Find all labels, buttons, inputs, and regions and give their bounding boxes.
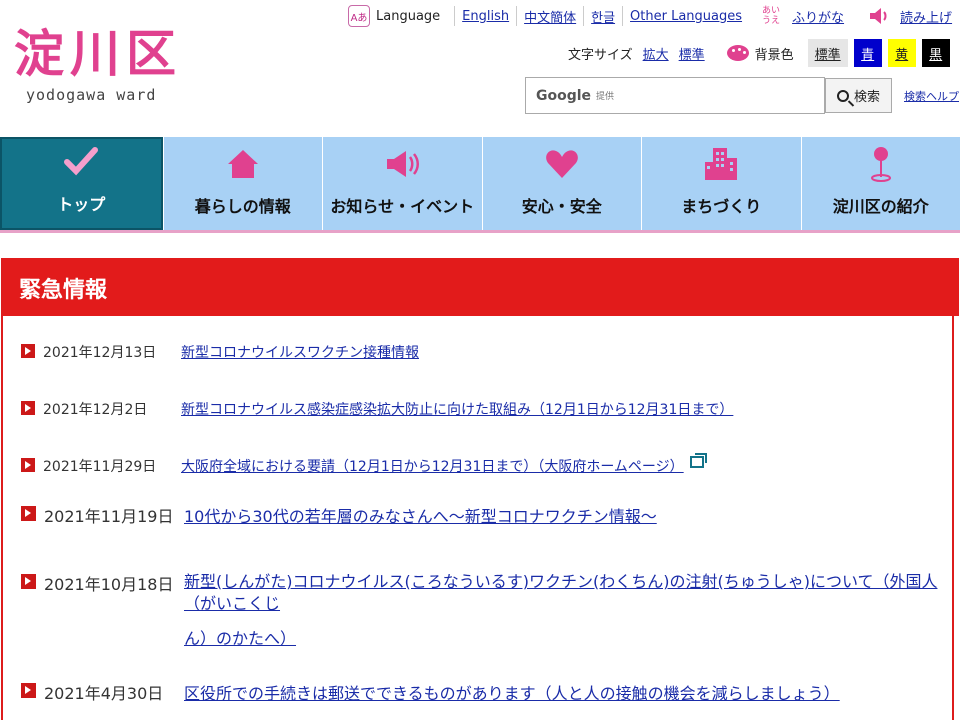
- emergency-info-section: 緊急情報 2021年12月13日 新型コロナウイルスワクチン接種情報 2021年…: [1, 258, 959, 720]
- search-help-link[interactable]: 検索ヘルプ: [904, 88, 959, 104]
- bg-color-options: 標準青黄黒: [802, 39, 950, 67]
- news-link[interactable]: 新型コロナウイルスワクチン接種情報: [181, 342, 419, 362]
- search-button[interactable]: 検索: [825, 78, 892, 113]
- furigana-link[interactable]: ふりがな: [792, 7, 844, 26]
- news-date: 2021年4月30日: [44, 684, 164, 703]
- heart-icon: [543, 145, 581, 183]
- news-link[interactable]: 10代から30代の若年層のみなさんへ～新型コロナワクチン情報～: [184, 503, 657, 527]
- divider: [622, 6, 624, 26]
- nav-label: お知らせ・イベント: [330, 197, 475, 216]
- search-button-label: 検索: [853, 90, 880, 105]
- list-item: 2021年12月13日 新型コロナウイルスワクチン接種情報: [21, 342, 419, 362]
- divider: [583, 6, 585, 26]
- display-settings: 文字サイズ 拡大 標準 背景色 標準青黄黒: [568, 39, 950, 67]
- speaker-icon: [868, 6, 890, 26]
- list-item: 2021年4月30日 区役所での手続きは郵送でできるものがあります（人と人の接触…: [21, 680, 840, 704]
- list-item: 2021年10月18日 新型(しんがた)コロナウイルス(ころなういるす)ワクチン…: [21, 571, 952, 650]
- text-size-label: 文字サイズ: [568, 47, 633, 63]
- bg-color-option[interactable]: 青: [853, 39, 882, 67]
- arrow-icon: [21, 458, 35, 472]
- bg-color-option[interactable]: 黒: [921, 39, 950, 67]
- news-date: 2021年12月2日: [43, 402, 148, 418]
- nav-label: トップ: [57, 195, 106, 214]
- site-logo[interactable]: 淀川区 yodogawa ward: [14, 26, 182, 104]
- language-label: Language: [376, 8, 441, 24]
- house-icon: [224, 145, 262, 183]
- furigana-icon: あいうえ: [762, 6, 781, 26]
- powered-by-label: 提供: [596, 92, 615, 102]
- language-bar: Aあ Language English 中文簡体 한글 Other Langua…: [348, 2, 952, 30]
- bg-color-label: 背景色: [754, 47, 794, 63]
- news-link-wrapper: 新型(しんがた)コロナウイルス(ころなういるす)ワクチン(わくちん)の注射(ちゅ…: [184, 571, 952, 650]
- nav-item-news-events[interactable]: お知らせ・イベント: [322, 137, 482, 230]
- korean-link[interactable]: 한글: [591, 7, 615, 26]
- site-header: 淀川区 yodogawa ward Aあ Language English 中文…: [0, 0, 960, 136]
- chinese-link[interactable]: 中文簡体: [524, 7, 576, 26]
- bg-color-option[interactable]: 標準: [807, 39, 848, 67]
- news-link[interactable]: 新型コロナウイルス感染症感染拡大防止に向けた取組み（12月1日から12月31日ま…: [181, 399, 733, 419]
- megaphone-icon: [383, 145, 421, 183]
- nav-item-top[interactable]: トップ: [0, 137, 163, 230]
- arrow-icon: [21, 401, 35, 415]
- english-link[interactable]: English: [462, 9, 509, 24]
- list-item: 2021年11月29日 大阪府全域における要請（12月1日から12月31日まで）…: [21, 453, 707, 476]
- arrow-icon: [21, 344, 35, 358]
- other-languages-link[interactable]: Other Languages: [630, 9, 742, 24]
- text-size-standard[interactable]: 標準: [679, 44, 705, 63]
- external-link-icon: [689, 453, 707, 468]
- bg-color-option[interactable]: 黄: [887, 39, 916, 67]
- list-item: 2021年11月19日 10代から30代の若年層のみなさんへ～新型コロナワクチン…: [21, 503, 657, 527]
- nav-label: 安心・安全: [521, 197, 602, 216]
- arrow-icon: [21, 574, 36, 589]
- buildings-icon: [702, 145, 740, 183]
- news-date: 2021年12月13日: [43, 345, 157, 361]
- logo-kanji: 淀川区: [14, 25, 182, 83]
- news-link[interactable]: 大阪府全域における要請（12月1日から12月31日まで）（大阪府ホームページ）: [181, 456, 684, 476]
- news-link-continued[interactable]: ん）のかたへ）: [184, 628, 952, 650]
- search-icon: [836, 89, 849, 102]
- map-pin-icon: [862, 145, 900, 183]
- check-icon: [62, 143, 100, 181]
- read-aloud-link[interactable]: 読み上げ: [900, 7, 952, 26]
- nav-item-town[interactable]: まちづくり: [641, 137, 801, 230]
- translate-icon: Aあ: [348, 5, 370, 27]
- news-link[interactable]: 区役所での手続きは郵送でできるものがあります（人と人の接触の機会を減らしましょう…: [184, 680, 840, 704]
- nav-item-about[interactable]: 淀川区の紹介: [800, 137, 960, 230]
- palette-icon: [726, 45, 749, 61]
- nav-item-safety[interactable]: 安心・安全: [481, 137, 642, 230]
- arrow-icon: [21, 683, 36, 698]
- divider: [516, 6, 518, 26]
- divider: [454, 6, 456, 26]
- list-item: 2021年12月2日 新型コロナウイルス感染症感染拡大防止に向けた取組み（12月…: [21, 399, 733, 419]
- google-label: Google: [536, 87, 592, 104]
- news-date: 2021年11月29日: [43, 459, 157, 475]
- search-input[interactable]: Google 提供: [525, 77, 825, 114]
- news-date: 2021年10月18日: [44, 575, 174, 594]
- news-date: 2021年11月19日: [44, 507, 174, 526]
- nav-label: 暮らしの情報: [194, 197, 291, 216]
- nav-label: 淀川区の紹介: [832, 197, 929, 216]
- news-link[interactable]: 新型(しんがた)コロナウイルス(ころなういるす)ワクチン(わくちん)の注射(ちゅ…: [184, 571, 952, 615]
- text-size-enlarge[interactable]: 拡大: [643, 44, 669, 63]
- logo-roman: yodogawa ward: [26, 86, 157, 104]
- global-nav: トップ 暮らしの情報 お知らせ・イベント 安心・安全 まちづくり 淀川区の紹介: [0, 137, 960, 233]
- nav-label: まちづくり: [681, 197, 762, 216]
- arrow-icon: [21, 506, 36, 521]
- emergency-title: 緊急情報: [3, 258, 959, 316]
- nav-item-living[interactable]: 暮らしの情報: [162, 137, 323, 230]
